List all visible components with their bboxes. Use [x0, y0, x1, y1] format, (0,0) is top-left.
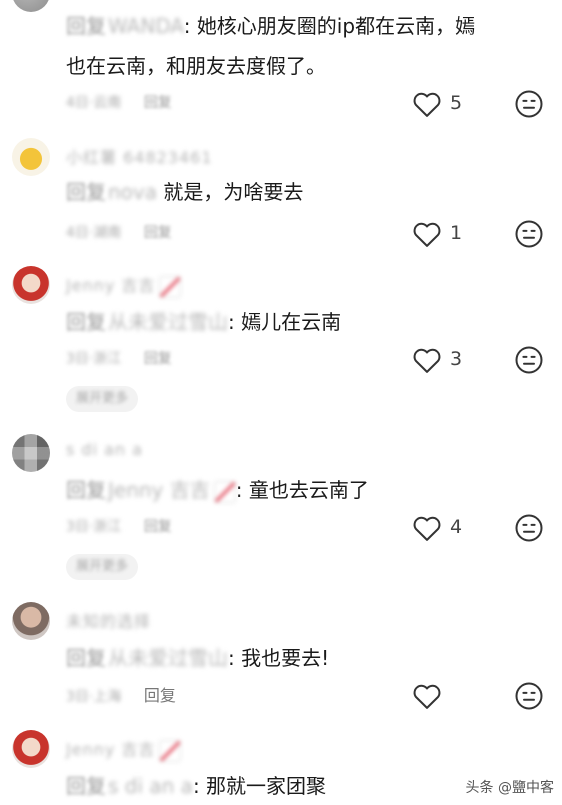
reply-target-username[interactable]: WANDA — [108, 14, 184, 38]
badge-icon — [213, 480, 236, 503]
comment-body: 童也去云南了 — [248, 478, 369, 502]
reply-prefix: 回复 — [66, 646, 106, 670]
reply-target-username[interactable]: Jenny 吉吉 — [108, 478, 236, 503]
like-heart-icon[interactable] — [412, 682, 442, 710]
source-watermark: 头条 @鹽中客 — [465, 780, 554, 796]
reply-prefix: 回复 — [66, 14, 106, 38]
comment-text: 回复 s di an a: 那就一家团聚 — [66, 774, 327, 798]
avatar[interactable] — [12, 138, 50, 176]
comment-meta: 3日·浙江 回复 — [66, 519, 172, 535]
dislike-face-icon[interactable] — [514, 513, 544, 543]
dislike-face-icon[interactable] — [514, 681, 544, 711]
badge-icon — [159, 739, 182, 762]
comment-body: 那就一家团聚 — [206, 774, 327, 798]
reply-target-username[interactable]: 从未爱过雪山 — [108, 310, 228, 334]
dislike-face-icon[interactable] — [514, 345, 544, 375]
comment-body: 她核心朋友圈的ip都在云南，嫣 — [196, 14, 476, 38]
comment-item: Jenny 吉吉 回复 从未爱过雪山: 嫣儿在云南 3日·浙江 回复 3 展开更多 — [0, 262, 562, 422]
like-heart-icon[interactable] — [412, 90, 442, 118]
expand-replies-button[interactable]: 展开更多 — [66, 386, 139, 412]
reply-target-username[interactable]: nova — [108, 180, 157, 204]
reply-prefix: 回复 — [66, 180, 106, 204]
comment-meta: 3日·浙江 回复 — [66, 351, 172, 367]
comment-body: 就是，为啥要去 — [163, 180, 304, 204]
reply-prefix: 回复 — [66, 774, 106, 798]
comment-meta: 4日·云南 回复 — [66, 95, 172, 111]
avatar[interactable] — [12, 730, 50, 768]
comment-username[interactable]: Jenny 吉吉 — [66, 736, 182, 762]
reply-target-username[interactable]: s di an a — [108, 774, 193, 798]
like-heart-icon[interactable] — [412, 346, 442, 374]
avatar[interactable] — [12, 0, 50, 12]
comment-item: 回复 WANDA: 她核心朋友圈的ip都在云南，嫣 也在云南，和朋友去度假了。 4… — [0, 0, 562, 130]
comment-text: 回复 从未爱过雪山: 我也要去! — [66, 646, 330, 670]
dislike-face-icon[interactable] — [514, 89, 544, 119]
comment-text-continued: 也在云南，和朋友去度假了。 — [66, 54, 326, 78]
like-heart-icon[interactable] — [412, 220, 442, 248]
comment-meta: 4日·湖南 回复 — [66, 225, 172, 241]
comment-text: 回复 Jenny 吉吉: 童也去云南了 — [66, 478, 369, 503]
reply-button[interactable]: 回复 — [144, 95, 172, 111]
comment-body: 我也要去! — [241, 646, 330, 670]
like-heart-icon[interactable] — [412, 514, 442, 542]
comment-actions: 5 — [402, 86, 562, 122]
avatar[interactable] — [12, 434, 50, 472]
expand-replies-button[interactable]: 展开更多 — [66, 554, 139, 580]
comment-username[interactable]: 未知的选择 — [66, 608, 151, 632]
comment-text: 回复 nova 就是，为啥要去 — [66, 176, 482, 208]
reply-target-username[interactable]: 从未爱过雪山 — [108, 646, 228, 670]
avatar[interactable] — [12, 266, 50, 304]
comment-text: 回复 WANDA: 她核心朋友圈的ip都在云南，嫣 — [66, 14, 476, 38]
comment-item: 未知的选择 回复 从未爱过雪山: 我也要去! 3日·上海 回复 — [0, 598, 562, 718]
like-count: 5 — [450, 92, 463, 114]
like-count: 3 — [450, 348, 463, 370]
dislike-face-icon[interactable] — [514, 219, 544, 249]
comment-actions: 3 — [402, 342, 562, 378]
comment-item: 小红薯 64823461 回复 nova 就是，为啥要去 4日·湖南 回复 1 — [0, 136, 562, 256]
comment-body: 嫣儿在云南 — [241, 310, 342, 334]
reply-button[interactable]: 回复 — [144, 351, 172, 367]
avatar[interactable] — [12, 602, 50, 640]
reply-button[interactable]: 回复 — [144, 225, 172, 241]
reply-prefix: 回复 — [66, 310, 106, 334]
like-count: 4 — [450, 516, 463, 538]
reply-button[interactable]: 回复 — [144, 519, 172, 535]
like-count: 1 — [450, 222, 463, 244]
reply-prefix: 回复 — [66, 478, 106, 502]
comment-actions: 1 — [402, 216, 562, 252]
badge-icon — [159, 275, 182, 298]
comment-actions: 4 — [402, 510, 562, 546]
comment-text: 回复 从未爱过雪山: 嫣儿在云南 — [66, 310, 342, 334]
comment-username[interactable]: Jenny 吉吉 — [66, 272, 182, 298]
comment-item: s di an a 回复 Jenny 吉吉: 童也去云南了 3日·浙江 回复 4 … — [0, 430, 562, 590]
comment-meta: 3日·上海 回复 — [66, 686, 176, 705]
comment-username[interactable]: s di an a — [66, 440, 143, 459]
comment-actions — [402, 678, 562, 714]
reply-button[interactable]: 回复 — [144, 686, 176, 705]
comment-username[interactable]: 小红薯 64823461 — [66, 144, 213, 168]
